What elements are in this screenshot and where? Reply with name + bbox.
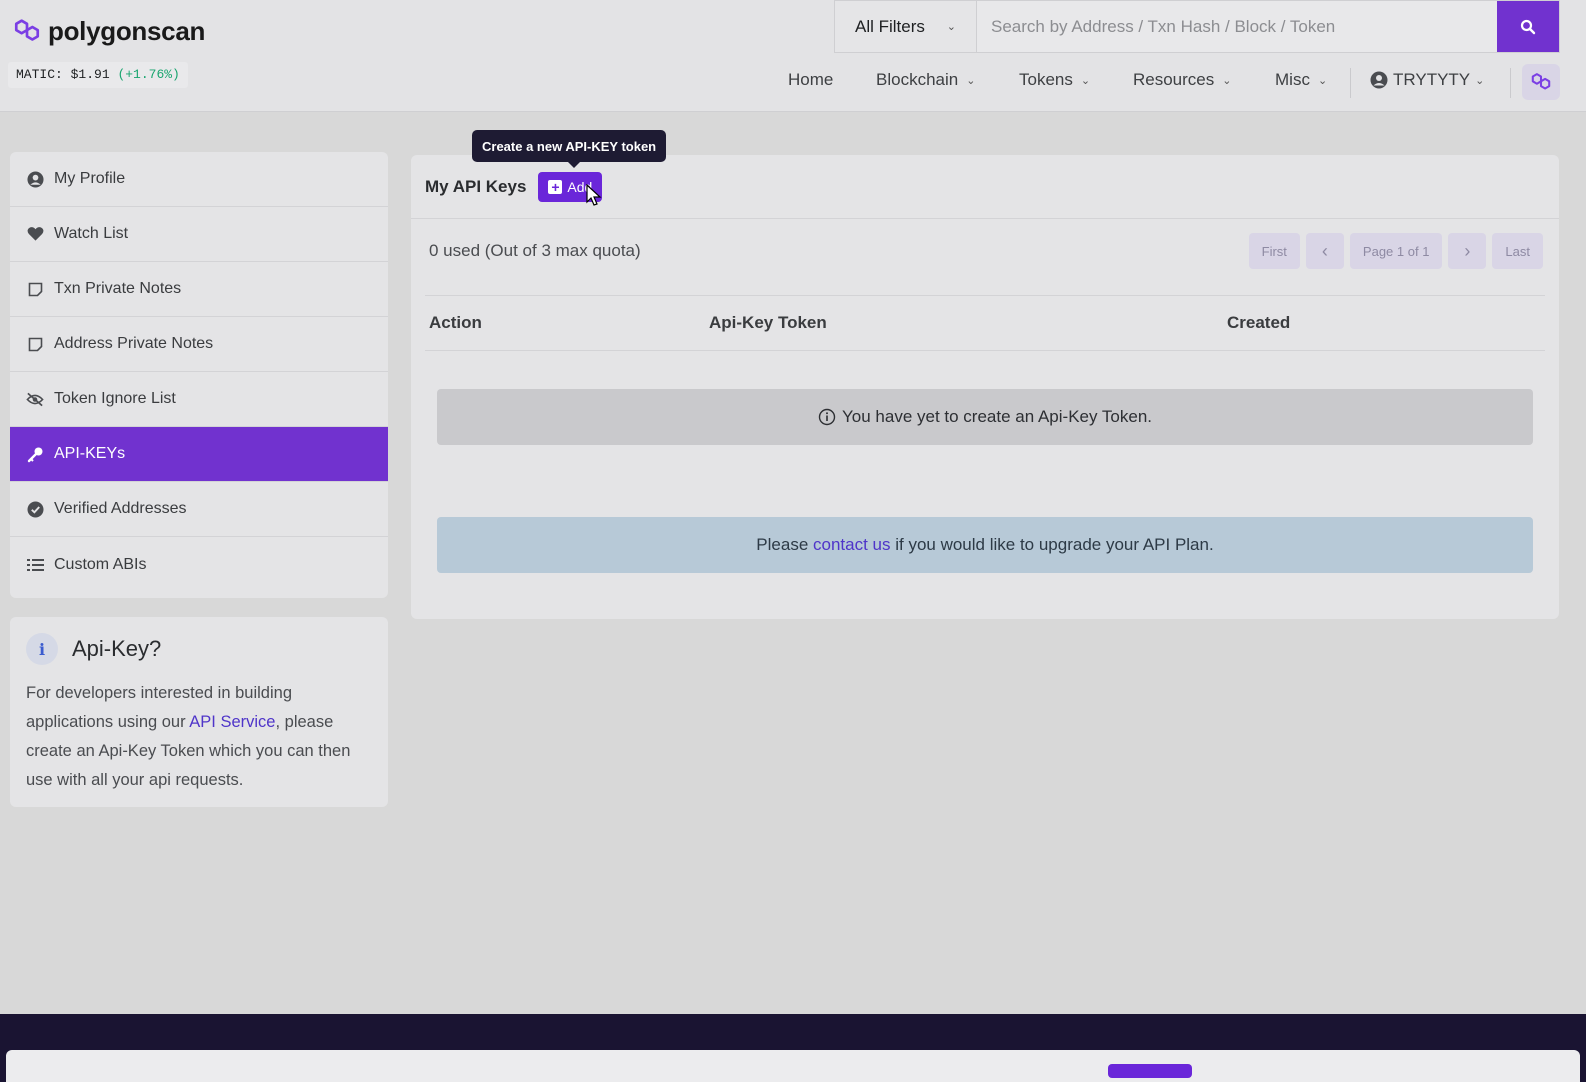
search-input[interactable] — [977, 1, 1497, 52]
key-icon — [26, 445, 44, 463]
api-service-link[interactable]: API Service — [189, 713, 275, 731]
column-header: Api-Key Token — [709, 313, 827, 332]
nav-divider — [1350, 68, 1351, 98]
sidebar-item-label: Custom ABIs — [54, 555, 147, 573]
user-circle-icon — [1370, 71, 1388, 89]
page-prev-button[interactable]: ‹ — [1305, 233, 1344, 269]
sidebar-item-my-profile[interactable]: My Profile — [10, 152, 388, 207]
sidebar-item-api-keys[interactable]: API-KEYs — [10, 427, 388, 482]
nav-home[interactable]: Home — [788, 70, 833, 90]
polygon-logo-icon — [1531, 73, 1551, 90]
sidebar-item-label: My Profile — [54, 170, 126, 187]
sidebar-item-verified-addresses[interactable]: Verified Addresses — [10, 482, 388, 537]
site-header: polygonscan MATIC: $1.91 (+1.76%) All Fi… — [0, 0, 1586, 112]
contact-us-link[interactable]: contact us — [813, 535, 891, 555]
cookie-accept-button[interactable] — [1108, 1064, 1192, 1078]
upgrade-plan-alert: Please contact us if you would like to u… — [437, 517, 1533, 573]
nav-tokens[interactable]: Tokens ⌄ — [1019, 70, 1090, 90]
chevron-down-icon: ⌄ — [1222, 74, 1232, 87]
page-indicator: Page 1 of 1 — [1349, 233, 1443, 269]
search-button[interactable] — [1497, 1, 1559, 52]
list-icon — [26, 556, 44, 574]
chevron-down-icon: ⌄ — [946, 21, 956, 33]
upgrade-prefix: Please — [756, 535, 813, 554]
main-nav: Home Blockchain ⌄ Tokens ⌄ Resources ⌄ M… — [0, 70, 1586, 96]
page-next-button[interactable]: › — [1448, 233, 1487, 269]
sidebar-item-address-private-notes[interactable]: Address Private Notes — [10, 317, 388, 372]
sidebar-item-token-ignore-list[interactable]: Token Ignore List — [10, 372, 388, 427]
pagination: First ‹ Page 1 of 1 › Last — [1248, 233, 1543, 269]
chevron-down-icon: ⌄ — [966, 74, 976, 87]
info-title: Api-Key? — [72, 636, 162, 661]
filter-dropdown[interactable]: All Filters ⌄ — [835, 1, 977, 52]
brand-name: polygonscan — [48, 15, 206, 46]
chevron-down-icon: ⌄ — [1080, 74, 1091, 87]
polygon-logo-icon — [14, 19, 40, 41]
nav-user-label: TRYTYTY — [1393, 70, 1471, 89]
info-circle-icon — [818, 408, 836, 426]
nav-misc[interactable]: Misc ⌄ — [1275, 70, 1327, 90]
upgrade-suffix: if you would like to upgrade your API Pl… — [890, 535, 1214, 554]
heart-icon — [26, 225, 44, 243]
account-sidebar: My Profile Watch List Txn Private Notes … — [10, 152, 388, 598]
sidebar-item-label: Verified Addresses — [54, 500, 187, 517]
info-icon: i — [26, 633, 58, 665]
cookie-banner — [6, 1050, 1580, 1082]
nav-misc-label: Misc — [1275, 70, 1310, 89]
page-title: My API Keys — [425, 176, 527, 196]
info-text: For developers interested in building ap… — [26, 679, 372, 795]
chevron-down-icon: ⌄ — [1475, 74, 1485, 87]
column-header: Created — [1227, 313, 1291, 332]
add-button-tooltip: Create a new API-KEY token — [472, 130, 667, 168]
network-switch-button[interactable] — [1522, 64, 1560, 100]
search-bar: All Filters ⌄ — [834, 0, 1560, 53]
nav-blockchain[interactable]: Blockchain ⌄ — [876, 70, 975, 90]
api-keys-card: My API Keys + Add 0 used (Out of 3 max q… — [411, 155, 1559, 619]
check-badge-icon — [26, 500, 44, 518]
sidebar-item-txn-private-notes[interactable]: Txn Private Notes — [10, 262, 388, 317]
chevron-down-icon: ⌄ — [1317, 74, 1328, 87]
page-first-button[interactable]: First — [1248, 233, 1300, 269]
filter-label: All Filters — [855, 16, 925, 36]
api-keys-table-header: Action Api-Key Token Created — [425, 295, 1545, 351]
nav-divider — [1510, 68, 1511, 98]
user-circle-icon — [26, 170, 44, 188]
sidebar-item-label: API-KEYs — [54, 445, 126, 462]
sidebar-item-label: Watch List — [54, 225, 129, 242]
quota-text: 0 used (Out of 3 max quota) — [429, 241, 641, 260]
sidebar-item-watch-list[interactable]: Watch List — [10, 207, 388, 262]
sidebar-item-label: Address Private Notes — [54, 335, 214, 352]
api-key-info-card: i Api-Key? For developers interested in … — [10, 617, 388, 807]
eye-slash-icon — [26, 390, 44, 408]
note-icon — [26, 280, 44, 298]
empty-state-text: You have yet to create an Api-Key Token. — [842, 407, 1152, 426]
nav-blockchain-label: Blockchain — [876, 70, 959, 89]
nav-user-menu[interactable]: TRYTYTY ⌄ — [1370, 70, 1484, 90]
brand-logo[interactable]: polygonscan — [10, 14, 205, 48]
sidebar-item-label: Token Ignore List — [54, 390, 176, 407]
page-last-button[interactable]: Last — [1492, 233, 1543, 269]
note-icon — [26, 335, 44, 353]
search-icon — [1520, 19, 1536, 34]
sidebar-item-label: Txn Private Notes — [54, 280, 182, 297]
nav-resources[interactable]: Resources ⌄ — [1133, 70, 1231, 90]
empty-state-message: You have yet to create an Api-Key Token. — [437, 389, 1533, 445]
nav-home-label: Home — [788, 70, 834, 89]
column-header: Action — [429, 313, 482, 332]
nav-tokens-label: Tokens — [1019, 70, 1073, 89]
mouse-cursor-icon — [586, 184, 602, 206]
plus-square-icon: + — [548, 179, 563, 194]
nav-resources-label: Resources — [1133, 70, 1215, 89]
sidebar-item-custom-abis[interactable]: Custom ABIs — [10, 537, 388, 592]
card-header: My API Keys + Add — [411, 155, 1559, 219]
